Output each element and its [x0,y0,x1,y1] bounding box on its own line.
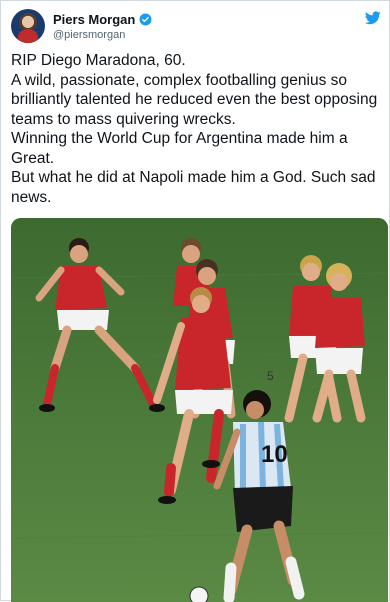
verified-badge-icon [139,13,152,26]
tweet-photo[interactable]: 5 10 [11,218,388,602]
tweet-line: Great. [11,149,55,167]
football-photo-illustration: 5 10 [11,218,388,602]
author-name-row: Piers Morgan [53,12,152,27]
football [189,586,209,602]
author-avatar[interactable] [11,9,45,43]
jersey-number: 5 [267,369,274,383]
tweet-line: news. [11,188,52,206]
tweet-card: Piers Morgan @piersmorgan RIP Diego Mara… [0,0,390,602]
jersey-number-10: 10 [261,441,288,468]
tweet-line: A wild, passionate, complex footballing … [11,71,348,89]
tweet-line: But what he did at Napoli made him a God… [11,169,376,186]
twitter-bird-icon[interactable] [365,11,381,25]
tweet-text: RIP Diego Maradona, 60. A wild, passiona… [11,51,383,207]
tweet-line: brilliantly talented he reduced even the… [11,91,378,108]
tweet-line: RIP Diego Maradona, 60. [11,52,186,69]
author-handle[interactable]: @piersmorgan [53,29,125,41]
author-name[interactable]: Piers Morgan [53,12,135,27]
tweet-line: teams to mass quivering wrecks. [11,110,236,128]
tweet-header: Piers Morgan @piersmorgan [11,9,381,45]
tweet-line: Winning the World Cup for Argentina made… [11,130,348,147]
